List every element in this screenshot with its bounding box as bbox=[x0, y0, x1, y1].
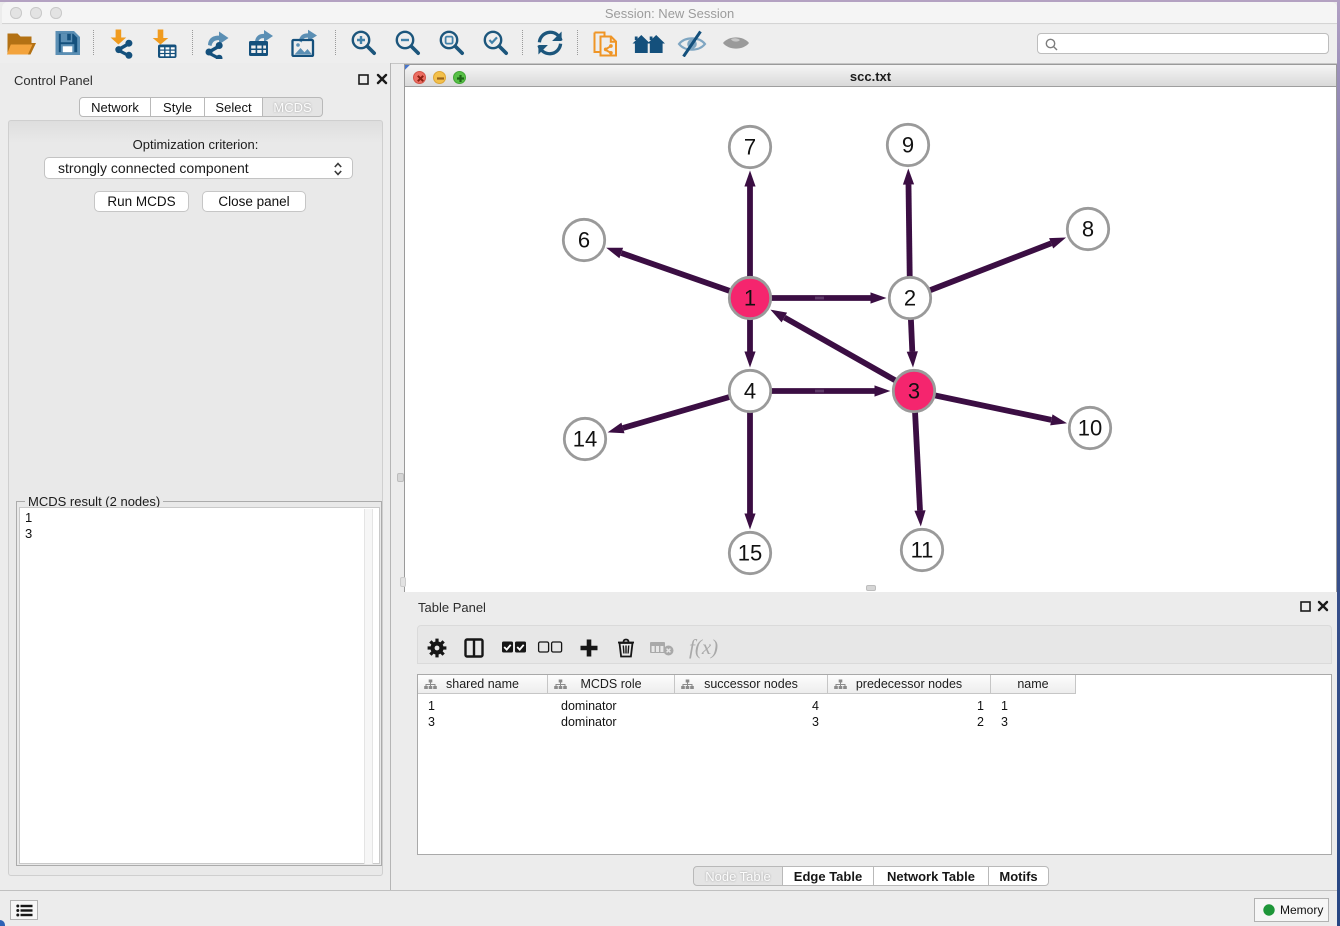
svg-text:3: 3 bbox=[908, 379, 920, 404]
svg-text:6: 6 bbox=[578, 228, 590, 253]
svg-text:11: 11 bbox=[911, 538, 934, 563]
svg-text:10: 10 bbox=[1078, 416, 1102, 441]
svg-text:2: 2 bbox=[904, 286, 916, 311]
svg-text:7: 7 bbox=[744, 135, 756, 160]
svg-text:1: 1 bbox=[744, 286, 756, 311]
svg-text:15: 15 bbox=[738, 541, 762, 566]
svg-text:14: 14 bbox=[573, 427, 597, 452]
svg-text:8: 8 bbox=[1082, 217, 1094, 242]
svg-text:4: 4 bbox=[744, 379, 756, 404]
svg-text:9: 9 bbox=[902, 133, 914, 158]
